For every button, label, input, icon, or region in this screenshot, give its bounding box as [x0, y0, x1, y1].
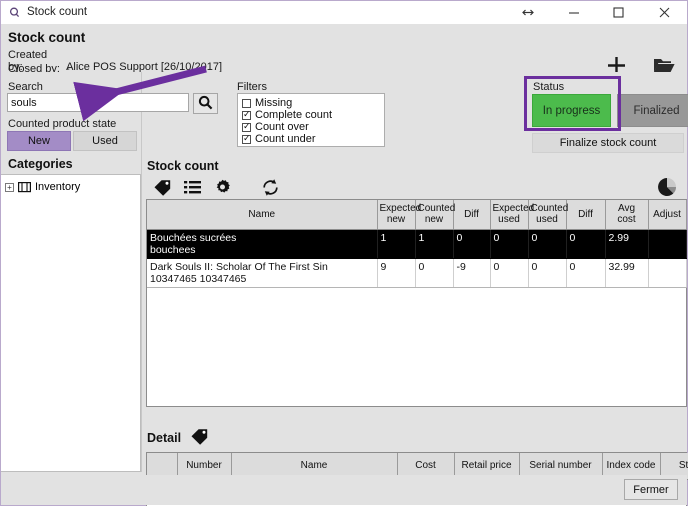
status-finalized-button[interactable]: Finalized: [617, 94, 688, 127]
state-used-button[interactable]: Used: [73, 131, 137, 151]
categories-tree[interactable]: + Inventory: [1, 174, 141, 472]
filter-missing[interactable]: Missing: [242, 97, 380, 109]
filters-label: Filters: [237, 81, 267, 93]
cell-avg-cost: 32.99: [605, 258, 648, 287]
filter-label: Count over: [255, 121, 309, 133]
search-label: Search: [8, 81, 43, 93]
col-expected-used[interactable]: Expected used: [490, 200, 528, 229]
col-counted-used[interactable]: Counted used: [528, 200, 566, 229]
filter-label: Complete count: [255, 109, 332, 121]
table-header-row: Name Expected new Counted new Diff Expec…: [147, 200, 686, 229]
table-row[interactable]: Dark Souls II: Scholar Of The First Sin …: [147, 258, 686, 287]
cell-counted-used: 0: [528, 258, 566, 287]
cell-diff-used: 0: [566, 229, 605, 258]
stock-count-grid[interactable]: Name Expected new Counted new Diff Expec…: [146, 199, 687, 407]
cell-counted-used: 0: [528, 229, 566, 258]
filter-label: Count under: [255, 133, 316, 145]
col-avg-cost[interactable]: Avg cost: [605, 200, 648, 229]
checkbox-complete-count[interactable]: [242, 111, 251, 120]
checkbox-missing[interactable]: [242, 99, 251, 108]
search-row: [7, 93, 218, 114]
filter-count-over[interactable]: Count over: [242, 121, 380, 133]
maximize-button[interactable]: [596, 1, 641, 24]
detail-title: Detail: [147, 431, 181, 445]
checkbox-count-over[interactable]: [242, 123, 251, 132]
col-adjust[interactable]: Adjust: [648, 200, 686, 229]
status-in-progress-button[interactable]: In progress: [532, 94, 611, 127]
table-row[interactable]: Bouchées sucrées bouchees 1 1 0 0 0 0 2.…: [147, 229, 686, 258]
col-diff-new[interactable]: Diff: [453, 200, 490, 229]
cell-counted-new: 0: [415, 258, 453, 287]
state-new-button[interactable]: New: [7, 131, 71, 151]
cell-expected-new: 1: [377, 229, 415, 258]
col-expected-new[interactable]: Expected new: [377, 200, 415, 229]
cell-avg-cost: 2.99: [605, 229, 648, 258]
filter-count-under[interactable]: Count under: [242, 133, 380, 145]
product-sub: 10347465 10347465: [150, 273, 374, 285]
search-icon: [198, 95, 213, 113]
tag-icon[interactable]: [190, 428, 209, 448]
cell-diff-used: 0: [566, 258, 605, 287]
left-panel: Search Counted product state New Used Ca…: [1, 72, 142, 472]
window-titlebar: Stock count: [1, 1, 687, 24]
resize-icon[interactable]: [505, 1, 551, 24]
product-name: Dark Souls II: Scholar Of The First Sin: [150, 261, 374, 273]
close-dialog-button[interactable]: Fermer: [624, 479, 678, 500]
cell-diff-new: -9: [453, 258, 490, 287]
window-title: Stock count: [27, 6, 87, 18]
detail-header: Detail: [147, 428, 209, 448]
page-title: Stock count: [8, 30, 85, 45]
finalize-stock-count-button[interactable]: Finalize stock count: [532, 133, 684, 153]
status-buttons: In progress Finalized: [532, 94, 688, 127]
tree-item-inventory[interactable]: + Inventory: [1, 179, 140, 195]
close-button[interactable]: [641, 1, 687, 24]
stock-count-table: Name Expected new Counted new Diff Expec…: [147, 200, 687, 288]
window-footer: Fermer: [1, 475, 687, 505]
cell-expected-used: 0: [490, 229, 528, 258]
filters-box: Missing Complete count Count over Count …: [237, 93, 385, 147]
search-input[interactable]: [7, 93, 189, 112]
box-icon: [18, 181, 31, 193]
checkbox-count-under[interactable]: [242, 135, 251, 144]
page-header: Stock count Created by: Alice POS Suppor…: [1, 24, 687, 72]
filter-complete-count[interactable]: Complete count: [242, 109, 380, 121]
tag-icon[interactable]: [147, 175, 177, 199]
main-body: Search Counted product state New Used Ca…: [1, 72, 687, 505]
expand-icon[interactable]: +: [5, 183, 14, 192]
categories-title: Categories: [8, 157, 73, 171]
stock-count-toolbar: [147, 175, 285, 199]
stock-count-title: Stock count: [147, 159, 219, 173]
stock-count-window: Stock count Stock count Created by: Alic…: [0, 0, 688, 506]
list-icon[interactable]: [177, 175, 207, 199]
search-button[interactable]: [193, 93, 218, 114]
cell-adjust[interactable]: [648, 258, 686, 287]
cell-counted-new: 1: [415, 229, 453, 258]
counted-product-state-group: New Used: [7, 131, 137, 151]
col-name[interactable]: Name: [147, 200, 377, 229]
cell-adjust[interactable]: [648, 229, 686, 258]
filter-label: Missing: [255, 97, 292, 109]
col-diff-used[interactable]: Diff: [566, 200, 605, 229]
minimize-button[interactable]: [551, 1, 596, 24]
tree-item-label: Inventory: [35, 181, 80, 193]
product-sub: bouchees: [150, 244, 374, 256]
cell-expected-new: 9: [377, 258, 415, 287]
counted-product-state-label: Counted product state: [8, 118, 116, 130]
cell-name: Bouchées sucrées bouchees: [147, 229, 377, 258]
pie-chart-icon[interactable]: [655, 175, 679, 199]
gear-icon[interactable]: [207, 175, 237, 199]
cell-name: Dark Souls II: Scholar Of The First Sin …: [147, 258, 377, 287]
cell-diff-new: 0: [453, 229, 490, 258]
app-icon: [9, 7, 20, 18]
col-counted-new[interactable]: Counted new: [415, 200, 453, 229]
product-name: Bouchées sucrées: [150, 232, 374, 244]
refresh-icon[interactable]: [255, 175, 285, 199]
status-label: Status: [533, 81, 564, 93]
window-controls: [505, 1, 687, 24]
cell-expected-used: 0: [490, 258, 528, 287]
